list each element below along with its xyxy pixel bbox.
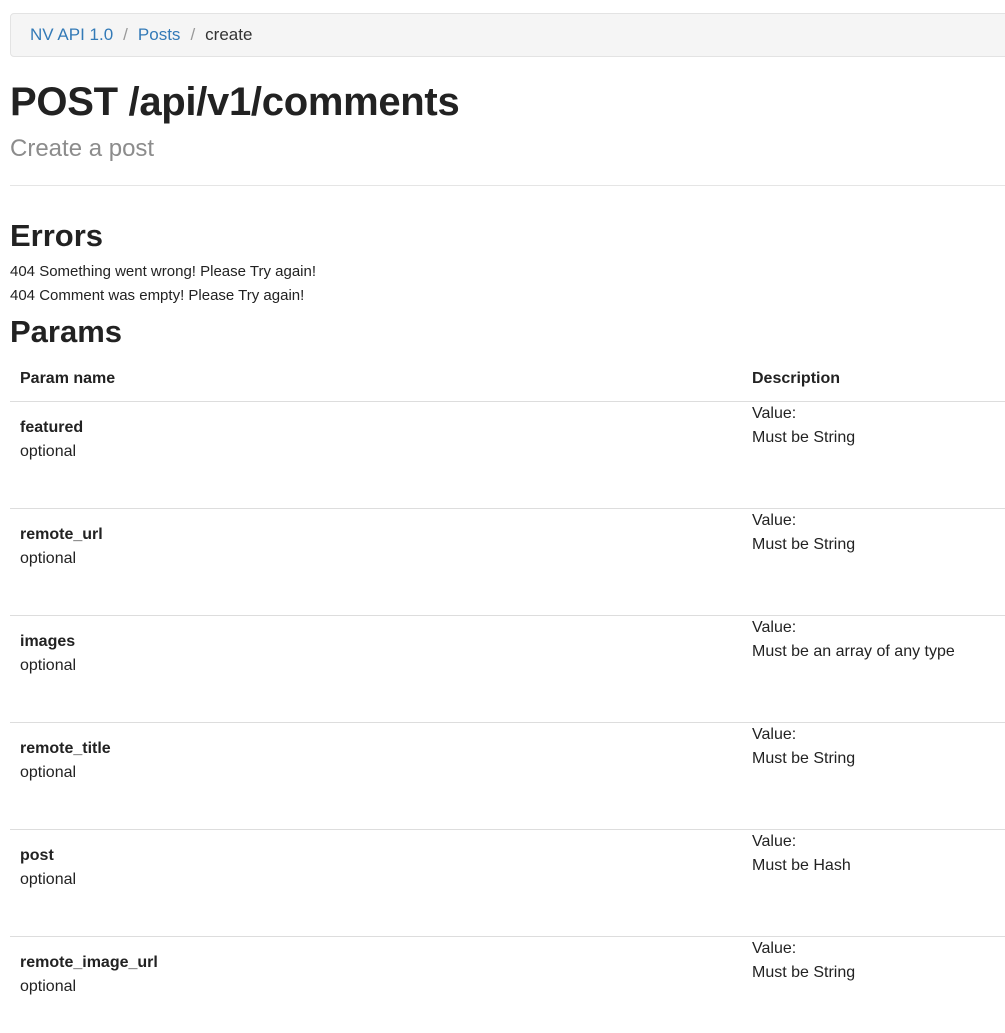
param-name-cell: featured optional: [10, 401, 742, 509]
table-row: remote_title optional Value: Must be Str…: [10, 722, 1005, 830]
param-type: Must be String: [752, 749, 856, 767]
param-description-cell: Value: Must be String: [742, 722, 1005, 830]
param-type: Must be String: [752, 535, 856, 553]
table-row: remote_image_url optional Value: Must be…: [10, 936, 1005, 1033]
table-row: featured optional Value: Must be String: [10, 401, 1005, 509]
param-name: remote_image_url: [20, 953, 158, 971]
param-required: optional: [20, 549, 77, 567]
param-description-cell: Value: Must be String: [742, 936, 1005, 1033]
header-divider: [10, 185, 1005, 186]
param-name-cell: images optional: [10, 615, 742, 723]
param-name: remote_title: [20, 739, 111, 757]
breadcrumb-separator: /: [190, 25, 196, 44]
param-type: Must be an array of any type: [752, 642, 955, 660]
param-value-label: Value:: [752, 939, 797, 957]
param-description-cell: Value: Must be String: [742, 401, 1005, 509]
param-description-cell: Value: Must be String: [742, 508, 1005, 616]
param-required: optional: [20, 977, 77, 995]
param-type: Must be String: [752, 963, 856, 981]
table-row: remote_url optional Value: Must be Strin…: [10, 508, 1005, 616]
page-subtitle: Create a post: [10, 135, 155, 162]
params-table-header-row: Param name Description: [10, 358, 1005, 402]
column-header-description: Description: [742, 358, 1005, 402]
breadcrumb-current: create: [205, 25, 253, 44]
param-name: featured: [20, 418, 84, 436]
param-required: optional: [20, 442, 77, 460]
param-name: remote_url: [20, 525, 103, 543]
page-title: POST /api/v1/comments: [10, 80, 460, 124]
breadcrumb-link-posts[interactable]: Posts: [138, 25, 181, 45]
param-name-cell: remote_url optional: [10, 508, 742, 616]
table-row: images optional Value: Must be an array …: [10, 615, 1005, 723]
column-header-param-name: Param name: [10, 358, 742, 402]
breadcrumb-link-api[interactable]: NV API 1.0: [30, 25, 113, 45]
param-value-label: Value:: [752, 618, 797, 636]
params-heading: Params: [10, 314, 123, 349]
errors-heading: Errors: [10, 218, 104, 253]
param-value-label: Value:: [752, 725, 797, 743]
api-doc-page: NV API 1.0 / Posts / create POST /api/v1…: [0, 0, 1005, 1033]
params-table: Param name Description featured optional…: [10, 358, 1005, 1033]
param-required: optional: [20, 870, 77, 888]
param-value-label: Value:: [752, 404, 797, 422]
param-required: optional: [20, 763, 77, 781]
table-row: post optional Value: Must be Hash: [10, 829, 1005, 937]
param-name-cell: post optional: [10, 829, 742, 937]
param-required: optional: [20, 656, 77, 674]
param-description-cell: Value: Must be an array of any type: [742, 615, 1005, 723]
param-type: Must be Hash: [752, 856, 851, 874]
breadcrumb-separator: /: [123, 25, 128, 44]
param-value-label: Value:: [752, 832, 797, 850]
param-name: images: [20, 632, 76, 650]
param-value-label: Value:: [752, 511, 797, 529]
breadcrumb: NV API 1.0 / Posts / create: [10, 13, 1005, 57]
param-name-cell: remote_image_url optional: [10, 936, 742, 1033]
param-type: Must be String: [752, 428, 856, 446]
param-description-cell: Value: Must be Hash: [742, 829, 1005, 937]
param-name: post: [20, 846, 54, 864]
param-name-cell: remote_title optional: [10, 722, 742, 830]
error-item: 404 Something went wrong! Please Try aga…: [10, 263, 317, 280]
error-item: 404 Comment was empty! Please Try again!: [10, 287, 305, 304]
error-list: 404 Something went wrong! Please Try aga…: [10, 260, 316, 308]
